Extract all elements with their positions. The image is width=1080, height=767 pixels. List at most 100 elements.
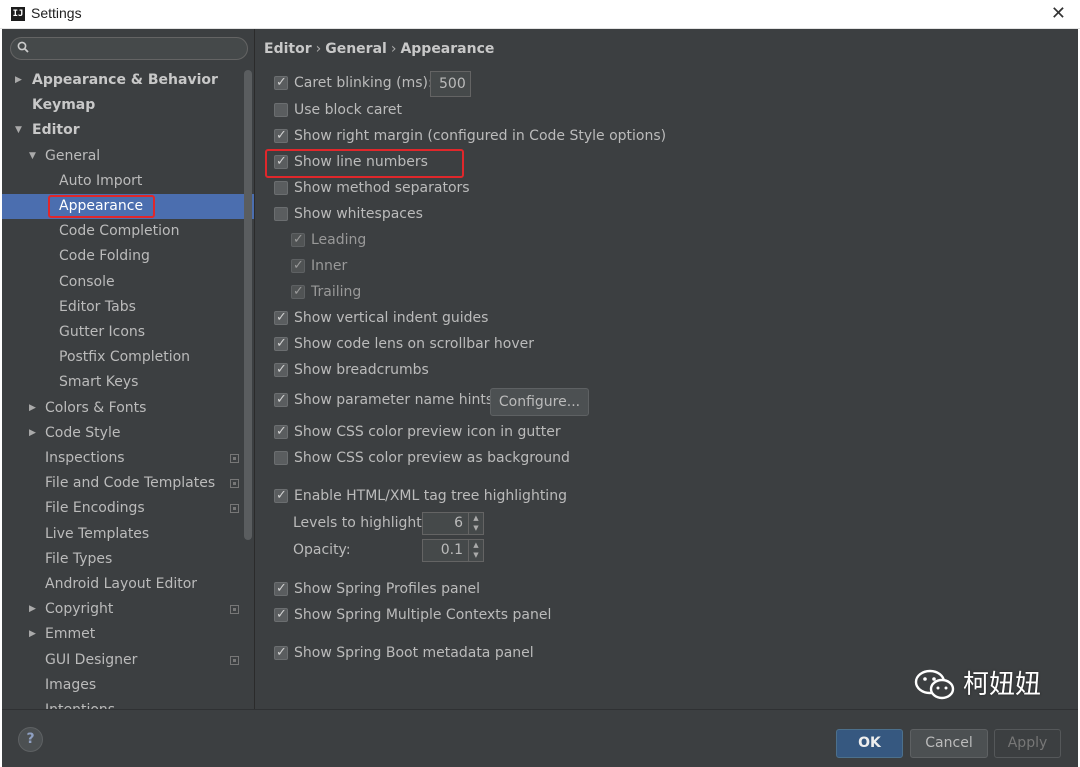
apply-button[interactable]: Apply xyxy=(994,729,1061,758)
expand-arrow-down-icon[interactable]: ▼ xyxy=(15,118,22,143)
settings-content: Editor›General›Appearance Caret blinking… xyxy=(256,29,1078,709)
checkbox[interactable] xyxy=(274,451,288,465)
close-icon[interactable]: ✕ xyxy=(1051,3,1066,24)
sidebar-item-file-encodings[interactable]: File Encodings xyxy=(2,496,254,521)
checkbox[interactable] xyxy=(274,181,288,195)
levels-value: 6 xyxy=(454,515,463,531)
sidebar-item-label: Gutter Icons xyxy=(59,324,146,340)
sidebar-item-android-layout-editor[interactable]: Android Layout Editor xyxy=(2,572,254,597)
sidebar-item-label: Postfix Completion xyxy=(59,349,191,366)
checkbox[interactable] xyxy=(274,207,288,221)
sidebar-item-gui-designer[interactable]: GUI Designer xyxy=(2,648,254,673)
sidebar-item-console[interactable]: Console xyxy=(2,270,254,295)
levels-spinner[interactable]: 6 ▲ ▼ xyxy=(422,512,484,535)
sidebar-item-code-folding[interactable]: Code Folding xyxy=(2,244,254,269)
sidebar-item-auto-import[interactable]: Auto Import xyxy=(2,169,254,194)
sidebar-item-editor[interactable]: ▼ Editor xyxy=(2,118,254,143)
expand-arrow-down-icon[interactable]: ▼ xyxy=(29,144,36,169)
option-label: Show breadcrumbs xyxy=(294,362,429,378)
expand-arrow-right-icon[interactable]: ▶ xyxy=(29,396,36,421)
expand-arrow-right-icon[interactable]: ▶ xyxy=(29,421,36,446)
sidebar-item-label: Intentions xyxy=(45,698,115,709)
option-label: Trailing xyxy=(311,284,362,300)
spinner-arrows-icon[interactable]: ▲ ▼ xyxy=(468,513,483,534)
sidebar-item-intentions[interactable]: Intentions xyxy=(2,698,254,709)
sidebar-item-label: Android Layout Editor xyxy=(45,576,198,592)
spinner-arrows-icon[interactable]: ▲ ▼ xyxy=(468,540,483,561)
highlight-box-appearance xyxy=(48,195,155,218)
configure-button[interactable]: Configure... xyxy=(490,388,589,416)
sidebar-item-label: Code Completion xyxy=(59,223,180,240)
checkbox[interactable] xyxy=(291,281,305,303)
sidebar-item-live-templates[interactable]: Live Templates xyxy=(2,522,254,547)
checkbox[interactable] xyxy=(274,72,288,94)
caret-blinking-input[interactable]: 500 xyxy=(430,71,471,97)
window-titlebar: IJ Settings ✕ xyxy=(0,0,1080,29)
checkbox[interactable] xyxy=(291,255,305,277)
sidebar-item-inspections[interactable]: Inspections xyxy=(2,446,254,471)
opacity-spinner[interactable]: 0.1 ▲ ▼ xyxy=(422,539,484,562)
sidebar-item-label: GUI Designer xyxy=(45,651,138,668)
sidebar-item-label: Live Templates xyxy=(45,525,150,542)
watermark-text: 柯妞妞 xyxy=(963,670,1042,700)
sidebar-item-label: Console xyxy=(59,273,115,290)
search-input[interactable] xyxy=(10,37,248,60)
option-label: Show vertical indent guides xyxy=(294,310,489,326)
expand-arrow-right-icon[interactable]: ▶ xyxy=(29,597,36,622)
checkbox[interactable] xyxy=(274,125,288,147)
option-label: Use block caret xyxy=(294,102,403,118)
sidebar-item-editor-tabs[interactable]: Editor Tabs xyxy=(2,295,254,320)
sidebar-item-copyright[interactable]: ▶ Copyright xyxy=(2,597,254,622)
sidebar-item-gutter-icons[interactable]: Gutter Icons xyxy=(2,320,254,345)
ok-button[interactable]: OK xyxy=(836,729,903,758)
sidebar-item-postfix-completion[interactable]: Postfix Completion xyxy=(2,345,254,370)
sidebar-item-keymap[interactable]: Keymap xyxy=(2,93,254,118)
option-label: Caret blinking (ms): xyxy=(294,75,433,91)
project-scope-icon xyxy=(230,655,239,665)
sidebar-item-file-types[interactable]: File Types xyxy=(2,547,254,572)
checkbox[interactable] xyxy=(274,485,288,507)
sidebar-item-label: File Types xyxy=(45,550,113,567)
checkbox[interactable] xyxy=(274,333,288,355)
dialog-footer: ? OK Cancel Apply xyxy=(2,709,1078,767)
checkbox[interactable] xyxy=(274,604,288,626)
sidebar-item-code-completion[interactable]: Code Completion xyxy=(2,219,254,244)
cancel-button[interactable]: Cancel xyxy=(910,729,988,758)
checkbox[interactable] xyxy=(274,578,288,600)
sidebar-scrollbar[interactable] xyxy=(244,70,252,540)
sidebar-item-label: Code Folding xyxy=(59,248,150,265)
settings-dialog: ▶ Appearance & Behavior Keymap ▼ Editor ▼ Gene… xyxy=(2,29,1078,767)
option-label: Show Spring Boot metadata panel xyxy=(294,645,534,661)
search-icon xyxy=(17,41,29,53)
sidebar-item-colors-fonts[interactable]: ▶ Colors & Fonts xyxy=(2,396,254,421)
sidebar-item-appearance-behavior[interactable]: ▶ Appearance & Behavior xyxy=(2,68,254,93)
expand-arrow-right-icon[interactable]: ▶ xyxy=(15,68,22,93)
sidebar-item-label: Smart Keys xyxy=(59,374,139,391)
project-scope-icon xyxy=(230,479,239,489)
sidebar-item-label: Auto Import xyxy=(59,172,143,189)
wechat-icon xyxy=(914,669,955,700)
sidebar-item-general[interactable]: ▼ General xyxy=(2,144,254,169)
expand-arrow-right-icon[interactable]: ▶ xyxy=(29,622,36,647)
help-icon[interactable]: ? xyxy=(18,727,43,752)
sidebar-item-images[interactable]: Images xyxy=(2,673,254,698)
sidebar-item-label: Images xyxy=(45,676,97,693)
checkbox[interactable] xyxy=(274,307,288,329)
sidebar-item-label: Keymap xyxy=(32,97,96,114)
option-label: Show right margin (configured in Code St… xyxy=(294,128,667,144)
sidebar-item-emmet[interactable]: ▶ Emmet xyxy=(2,622,254,647)
option-label: Show Spring Multiple Contexts panel xyxy=(294,607,552,623)
sidebar-item-code-style[interactable]: ▶ Code Style xyxy=(2,421,254,446)
checkbox[interactable] xyxy=(274,389,288,411)
opacity-value: 0.1 xyxy=(440,542,463,558)
sidebar-item-smart-keys[interactable]: Smart Keys xyxy=(2,370,254,395)
opacity-label: Opacity: xyxy=(293,542,351,558)
checkbox[interactable] xyxy=(291,229,305,251)
checkbox[interactable] xyxy=(274,359,288,381)
intellij-app-icon: IJ xyxy=(11,7,25,21)
checkbox[interactable] xyxy=(274,103,288,117)
sidebar-item-label: Emmet xyxy=(45,626,96,643)
checkbox[interactable] xyxy=(274,642,288,664)
checkbox[interactable] xyxy=(274,421,288,443)
sidebar-item-file-and-code-templates[interactable]: File and Code Templates xyxy=(2,471,254,496)
